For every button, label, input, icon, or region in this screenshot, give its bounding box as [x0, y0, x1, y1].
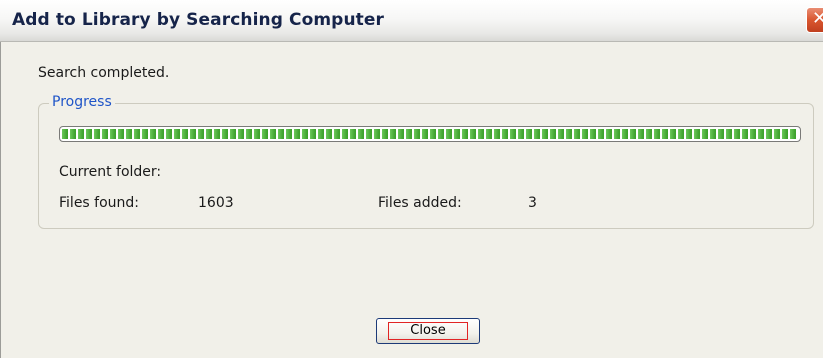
status-text: Search completed. [38, 65, 170, 81]
files-added-value: 3 [528, 195, 537, 211]
progress-legend: Progress [49, 94, 115, 110]
close-x-icon[interactable]: ✕ [806, 7, 823, 33]
progress-bar [59, 126, 801, 142]
files-found-label: Files found: [59, 195, 140, 211]
files-added-label: Files added: [378, 195, 462, 211]
current-folder-label: Current folder: [59, 164, 162, 180]
close-button-label: Close [388, 322, 468, 340]
progress-fill [62, 129, 798, 139]
dialog-title: Add to Library by Searching Computer [12, 10, 384, 30]
files-found-value: 1603 [198, 195, 234, 211]
title-bar[interactable]: Add to Library by Searching Computer ✕ [0, 0, 823, 42]
dialog-window: Add to Library by Searching Computer ✕ S… [0, 0, 823, 358]
close-button[interactable]: Close [376, 318, 480, 344]
